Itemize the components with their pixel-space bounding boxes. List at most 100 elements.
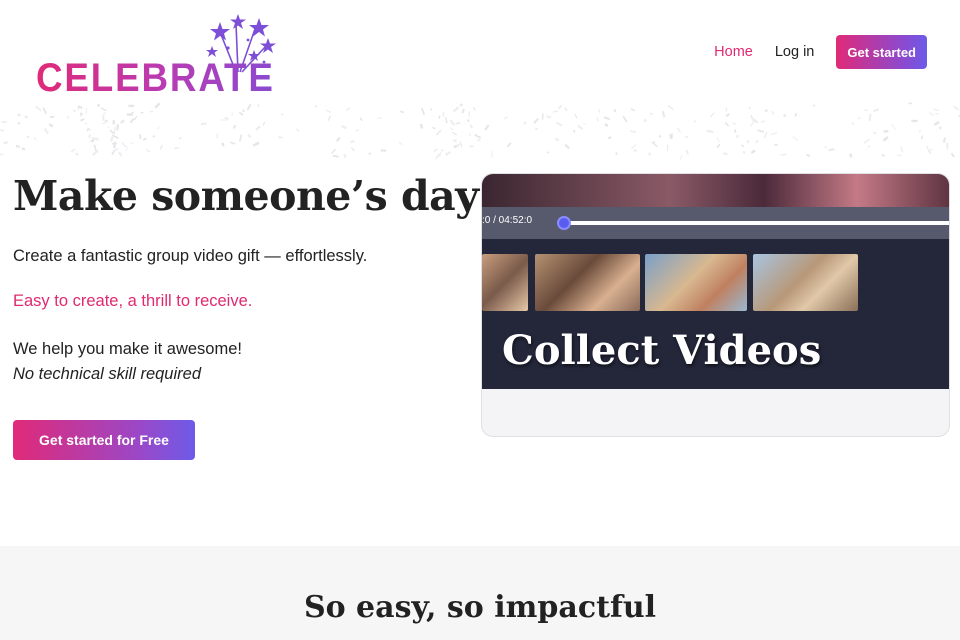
confetti-speck [246, 103, 252, 111]
confetti-speck [432, 126, 436, 130]
confetti-speck [84, 122, 88, 125]
confetti-speck [604, 123, 609, 127]
confetti-speck [277, 136, 283, 139]
confetti-speck [70, 148, 76, 153]
confetti-speck [112, 120, 116, 125]
confetti-speck [140, 111, 144, 114]
confetti-speck [332, 154, 339, 158]
confetti-speck [429, 107, 433, 111]
confetti-speck [451, 131, 458, 136]
confetti-speck [935, 113, 939, 115]
confetti-speck [129, 117, 135, 124]
confetti-speck [74, 152, 79, 157]
confetti-speck [257, 104, 260, 108]
confetti-speck [723, 152, 728, 156]
confetti-speck [953, 105, 960, 111]
confetti-speck [17, 113, 21, 117]
confetti-speck [419, 123, 424, 129]
confetti-speck [732, 122, 736, 126]
confetti-speck [603, 116, 610, 121]
features-section: So easy, so impactful [0, 546, 960, 640]
confetti-speck [113, 141, 116, 149]
confetti-speck [716, 137, 720, 143]
confetti-speck [24, 115, 29, 119]
confetti-speck [553, 110, 558, 113]
confetti-speck [459, 141, 463, 148]
progress-track[interactable] [562, 221, 949, 225]
confetti-speck [573, 129, 576, 133]
confetti-speck [938, 126, 942, 130]
confetti-speck [472, 106, 476, 111]
confetti-speck [221, 142, 225, 147]
confetti-speck [649, 112, 653, 115]
confetti-speck [491, 150, 493, 158]
confetti-speck [755, 139, 759, 144]
confetti-speck [882, 136, 889, 142]
confetti-speck [232, 124, 237, 129]
celebrate-logo[interactable]: CELEBRATE [34, 12, 276, 102]
nav-home-link[interactable]: Home [714, 44, 753, 60]
confetti-speck [449, 119, 456, 127]
confetti-speck [121, 141, 127, 148]
confetti-speck [174, 146, 180, 150]
hero-tagline: Easy to create, a thrill to receive. [13, 292, 253, 310]
confetti-speck [231, 112, 233, 116]
confetti-speck [238, 134, 243, 142]
nav-login-link[interactable]: Log in [775, 44, 815, 60]
confetti-speck [564, 143, 570, 150]
confetti-speck [335, 136, 341, 143]
confetti-speck [468, 111, 470, 117]
confetti-speck [546, 115, 552, 119]
confetti-speck [523, 121, 527, 125]
confetti-speck [574, 113, 578, 119]
confetti-speck [629, 130, 637, 133]
confetti-speck [658, 134, 662, 138]
confetti-decoration [0, 102, 960, 160]
confetti-speck [858, 117, 861, 120]
confetti-speck [631, 144, 637, 149]
confetti-speck [469, 124, 473, 129]
video-thumbnail [482, 254, 528, 311]
confetti-speck [547, 151, 550, 154]
confetti-speck [200, 122, 207, 126]
progress-knob[interactable] [557, 216, 571, 230]
confetti-speck [72, 109, 76, 112]
confetti-speck [444, 150, 451, 156]
confetti-speck [33, 137, 37, 141]
confetti-speck [774, 143, 778, 146]
confetti-speck [554, 137, 560, 142]
confetti-speck [484, 124, 490, 131]
get-started-free-button[interactable]: Get started for Free [13, 420, 195, 460]
video-progress-bar[interactable]: :0 / 04:52:0 [482, 207, 949, 239]
confetti-speck [942, 137, 946, 143]
confetti-speck [85, 107, 88, 115]
logo-wordmark: CELEBRATE [36, 56, 275, 100]
confetti-speck [812, 103, 816, 108]
video-preview[interactable]: :0 / 04:52:0 Collect Videos [481, 173, 950, 437]
confetti-speck [112, 147, 120, 152]
confetti-speck [824, 145, 827, 149]
confetti-speck [440, 149, 444, 152]
confetti-speck [920, 135, 924, 140]
confetti-speck [133, 115, 138, 121]
confetti-speck [883, 129, 889, 133]
confetti-speck [442, 112, 445, 117]
confetti-speck [685, 149, 689, 155]
confetti-speck [449, 126, 454, 131]
confetti-speck [477, 139, 481, 142]
video-thumbnail [535, 254, 640, 311]
confetti-speck [794, 112, 797, 117]
confetti-speck [91, 150, 99, 156]
confetti-speck [911, 119, 918, 123]
confetti-speck [109, 136, 114, 142]
confetti-speck [247, 133, 252, 139]
confetti-speck [444, 117, 448, 124]
confetti-speck [331, 148, 337, 154]
get-started-button[interactable]: Get started [836, 35, 927, 69]
confetti-speck [0, 129, 5, 132]
confetti-speck [102, 114, 105, 121]
confetti-speck [666, 144, 669, 152]
confetti-speck [116, 124, 119, 131]
confetti-speck [805, 153, 811, 157]
confetti-speck [103, 112, 106, 114]
